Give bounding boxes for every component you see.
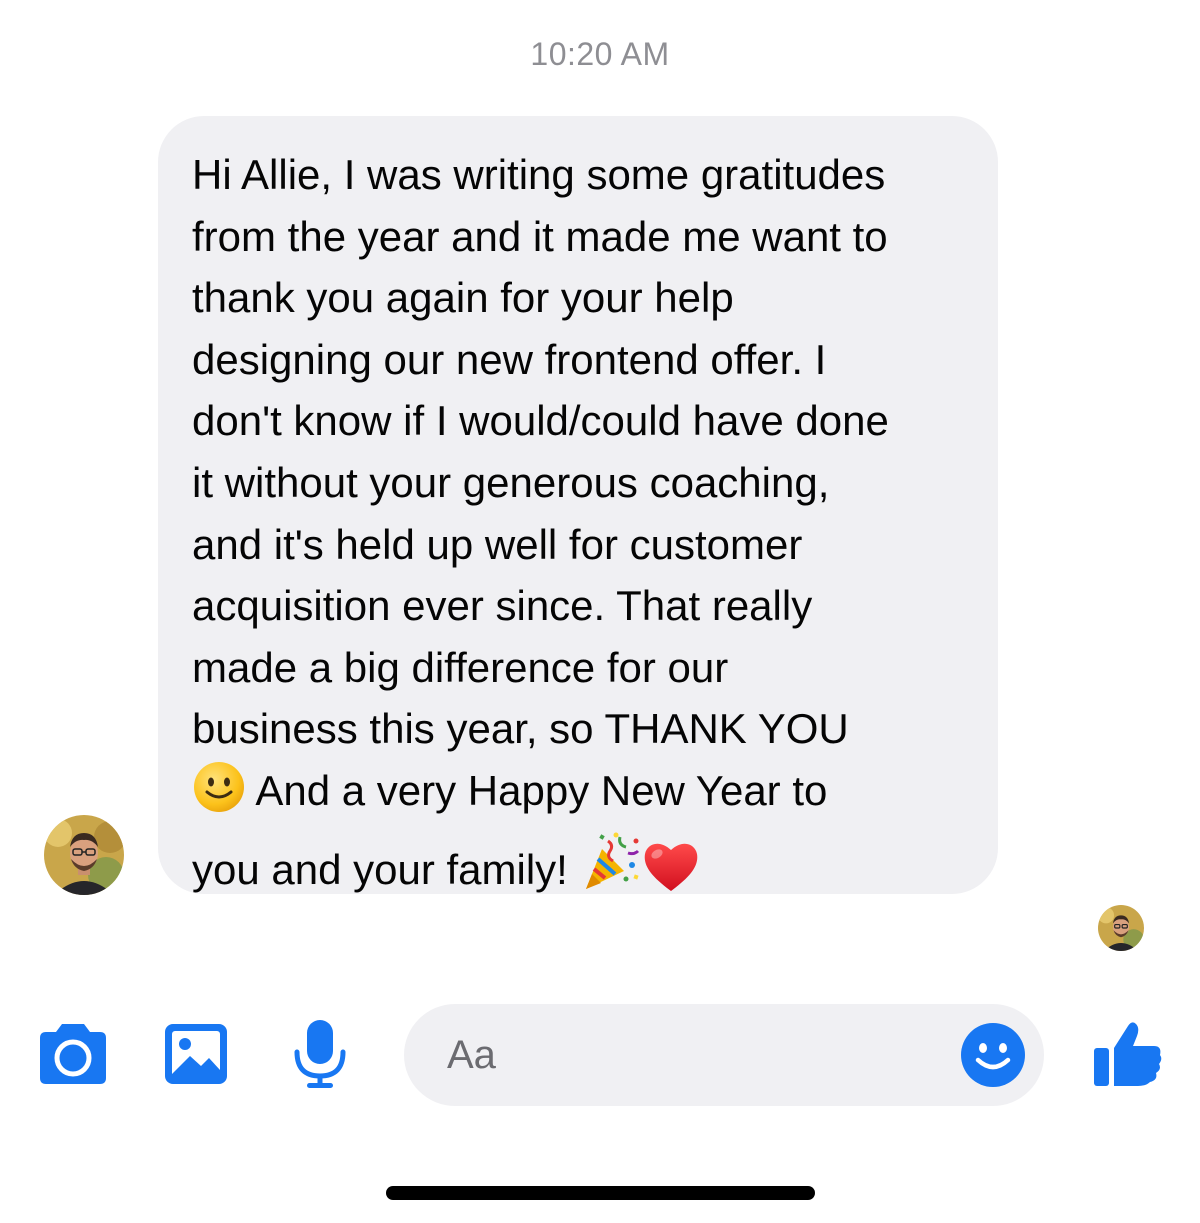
party-popper-emoji-icon [580,831,642,910]
gallery-icon[interactable] [163,1022,229,1086]
message-input[interactable]: Aa [404,1004,1044,1106]
message-text: Hi Allie, I was writing some gratitudes … [192,144,978,909]
read-receipt-avatar [1098,905,1144,951]
camera-icon[interactable] [38,1020,108,1086]
sender-avatar[interactable] [44,815,124,895]
message-input-placeholder: Aa [447,1033,496,1077]
message-text-part-2: And a very Happy New Year to you and you… [192,766,828,893]
smiling-face-emoji-icon [192,760,246,831]
microphone-icon[interactable] [292,1018,348,1090]
home-indicator[interactable] [386,1186,815,1200]
message-bubble[interactable]: Hi Allie, I was writing some gratitudes … [158,116,998,894]
message-timestamp: 10:20 AM [530,36,670,72]
message-text-part-1: Hi Allie, I was writing some gratitudes … [192,151,889,753]
message-composer: Aa [0,1000,1200,1110]
red-heart-emoji-icon [642,839,700,910]
thumbs-up-icon[interactable] [1090,1018,1164,1088]
emoji-icon[interactable] [960,1022,1026,1093]
